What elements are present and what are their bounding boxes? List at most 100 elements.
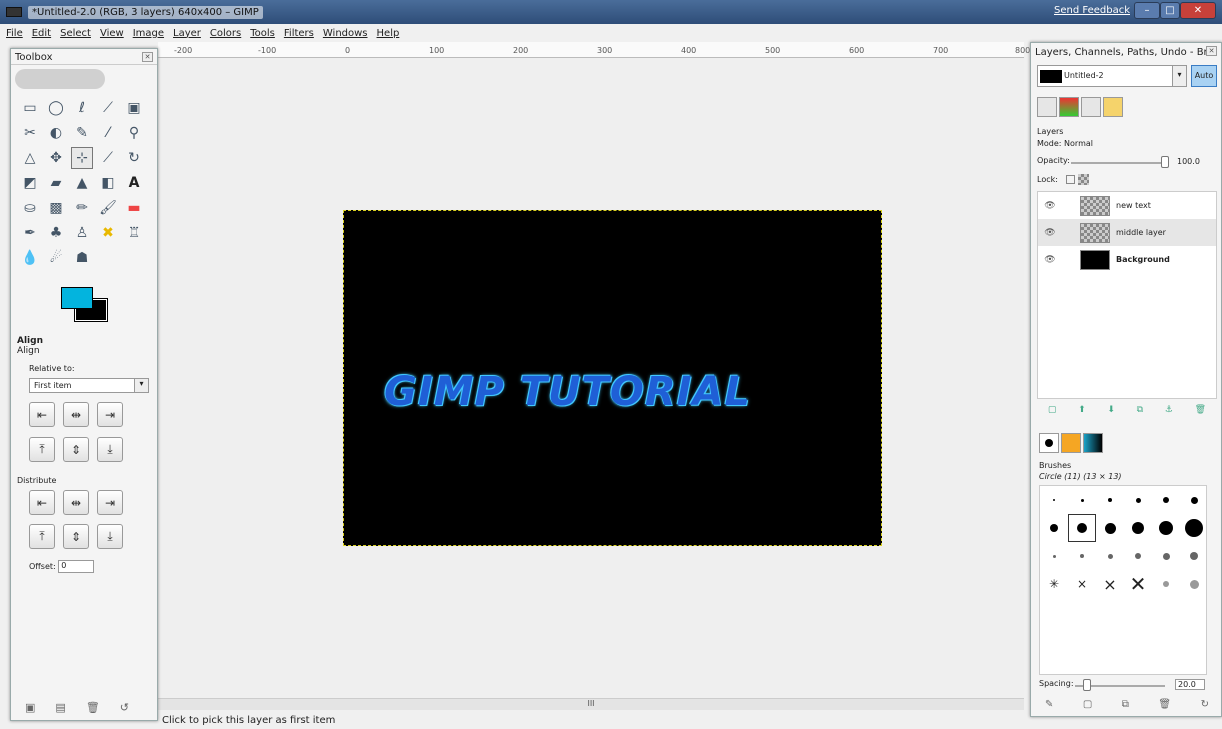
- brush-item[interactable]: [1124, 514, 1152, 542]
- text-icon[interactable]: A: [123, 172, 145, 194]
- horizontal-ruler[interactable]: -200 -100 0 100 200 300 400 500 600 700 …: [158, 42, 1030, 58]
- flip-icon[interactable]: ◧: [97, 172, 119, 194]
- spacing-input[interactable]: 20.0: [1175, 679, 1205, 690]
- brush-item[interactable]: ✕: [1124, 570, 1152, 598]
- blend-icon[interactable]: ▩: [45, 197, 67, 219]
- distribute-center-button[interactable]: ⇹: [63, 490, 89, 515]
- image-canvas[interactable]: GIMP TUTORIAL: [343, 210, 882, 546]
- brush-item[interactable]: [1096, 542, 1124, 570]
- brush-item[interactable]: [1152, 514, 1180, 542]
- wilber-logo-icon[interactable]: [15, 69, 105, 89]
- distribute-bottom-button[interactable]: ⤓: [97, 524, 123, 549]
- menu-image[interactable]: Image: [133, 28, 164, 39]
- close-button[interactable]: ✕: [1180, 2, 1216, 19]
- pencil-icon[interactable]: ✏: [71, 197, 93, 219]
- tab-layers[interactable]: [1037, 97, 1057, 117]
- bucket-fill-icon[interactable]: ⛀: [19, 197, 41, 219]
- airbrush-icon[interactable]: ✒: [19, 222, 41, 244]
- align-icon[interactable]: ⊹: [71, 147, 93, 169]
- edit-brush-icon[interactable]: ✎: [1045, 699, 1053, 710]
- distribute-top-button[interactable]: ⤒: [29, 524, 55, 549]
- heal-icon[interactable]: ✖: [97, 222, 119, 244]
- close-icon[interactable]: ✕: [1206, 46, 1217, 56]
- lock-alpha-icon[interactable]: [1078, 174, 1090, 185]
- perspective-icon[interactable]: ▲: [71, 172, 93, 194]
- menu-filters[interactable]: Filters: [284, 28, 314, 39]
- menu-edit[interactable]: Edit: [32, 28, 51, 39]
- measure-icon[interactable]: △: [19, 147, 41, 169]
- image-selector[interactable]: Untitled-2 ▾: [1037, 65, 1187, 87]
- menu-windows[interactable]: Windows: [323, 28, 368, 39]
- color-picker-icon[interactable]: ⁄: [97, 122, 119, 144]
- eye-icon[interactable]: 👁: [1038, 255, 1062, 265]
- move-icon[interactable]: ✥: [45, 147, 67, 169]
- menu-view[interactable]: View: [100, 28, 124, 39]
- text-layer-content[interactable]: GIMP TUTORIAL: [384, 369, 751, 415]
- menu-layer[interactable]: Layer: [173, 28, 201, 39]
- tab-patterns[interactable]: [1061, 433, 1081, 453]
- brushes-grid[interactable]: ✳ × × ✕: [1039, 485, 1207, 675]
- menu-select[interactable]: Select: [60, 28, 91, 39]
- crop-icon[interactable]: ⟋: [97, 147, 119, 169]
- layer-row[interactable]: 👁 Background: [1038, 246, 1216, 273]
- brush-item[interactable]: [1040, 514, 1068, 542]
- chevron-down-icon[interactable]: ▾: [134, 379, 148, 392]
- scissors-icon[interactable]: ✂: [19, 122, 41, 144]
- eye-icon[interactable]: 👁: [1038, 228, 1062, 238]
- brush-item[interactable]: [1180, 486, 1208, 514]
- layer-row[interactable]: 👁 middle layer: [1038, 219, 1216, 246]
- refresh-brushes-icon[interactable]: ↻: [1201, 699, 1209, 710]
- brush-item[interactable]: [1068, 542, 1096, 570]
- foreground-color[interactable]: [61, 287, 93, 309]
- duplicate-brush-icon[interactable]: ⧉: [1122, 699, 1129, 710]
- brush-item[interactable]: ×: [1068, 570, 1096, 598]
- tab-paths[interactable]: [1081, 97, 1101, 117]
- reset-options-icon[interactable]: ↺: [120, 701, 129, 714]
- brush-item[interactable]: [1152, 486, 1180, 514]
- color-select-icon[interactable]: ▣: [123, 97, 145, 119]
- opacity-value[interactable]: 100.0: [1177, 157, 1200, 166]
- relative-to-select[interactable]: First item ▾: [29, 378, 149, 393]
- rotate-icon[interactable]: ↻: [123, 147, 145, 169]
- ellipse-select-icon[interactable]: ◯: [45, 97, 67, 119]
- align-left-button[interactable]: ⇤: [29, 402, 55, 427]
- align-middle-button[interactable]: ⇕: [63, 437, 89, 462]
- delete-options-icon[interactable]: 🗑: [86, 701, 100, 714]
- horizontal-scrollbar[interactable]: III: [158, 698, 1024, 710]
- distribute-left-button[interactable]: ⇤: [29, 490, 55, 515]
- perspective-clone-icon[interactable]: ♖: [123, 222, 145, 244]
- rect-select-icon[interactable]: ▭: [19, 97, 41, 119]
- opacity-slider-handle[interactable]: [1161, 156, 1169, 168]
- dodge-burn-icon[interactable]: ☗: [71, 247, 93, 269]
- menu-help[interactable]: Help: [377, 28, 400, 39]
- align-top-button[interactable]: ⤒: [29, 437, 55, 462]
- blur-icon[interactable]: 💧: [19, 247, 41, 269]
- brush-item[interactable]: [1096, 514, 1124, 542]
- delete-brush-icon[interactable]: 🗑: [1158, 699, 1171, 710]
- chevron-down-icon[interactable]: ▾: [1172, 66, 1186, 86]
- tab-channels[interactable]: [1059, 97, 1079, 117]
- menu-tools[interactable]: Tools: [250, 28, 275, 39]
- eye-icon[interactable]: 👁: [1038, 201, 1062, 211]
- auto-button[interactable]: Auto: [1191, 65, 1217, 87]
- offset-input[interactable]: 0: [58, 560, 95, 573]
- brush-item[interactable]: [1180, 570, 1208, 598]
- tab-undo[interactable]: [1103, 97, 1123, 117]
- free-select-icon[interactable]: ℓ: [71, 97, 93, 119]
- paths-icon[interactable]: ✎: [71, 122, 93, 144]
- brush-item[interactable]: [1124, 542, 1152, 570]
- tab-brushes[interactable]: [1039, 433, 1059, 453]
- duplicate-layer-icon[interactable]: ⧉: [1137, 405, 1143, 415]
- minimize-button[interactable]: –: [1134, 2, 1160, 19]
- lock-pixels-checkbox[interactable]: [1066, 175, 1076, 184]
- brush-item[interactable]: [1096, 486, 1124, 514]
- clone-icon[interactable]: ♙: [71, 222, 93, 244]
- align-right-button[interactable]: ⇥: [97, 402, 123, 427]
- shear-icon[interactable]: ▰: [45, 172, 67, 194]
- new-layer-icon[interactable]: ▢: [1048, 405, 1057, 415]
- paintbrush-icon[interactable]: 🖌: [97, 197, 119, 219]
- brush-item[interactable]: [1152, 542, 1180, 570]
- raise-layer-icon[interactable]: ⬆: [1078, 405, 1086, 415]
- eraser-icon[interactable]: ▬: [123, 197, 145, 219]
- align-center-button[interactable]: ⇹: [63, 402, 89, 427]
